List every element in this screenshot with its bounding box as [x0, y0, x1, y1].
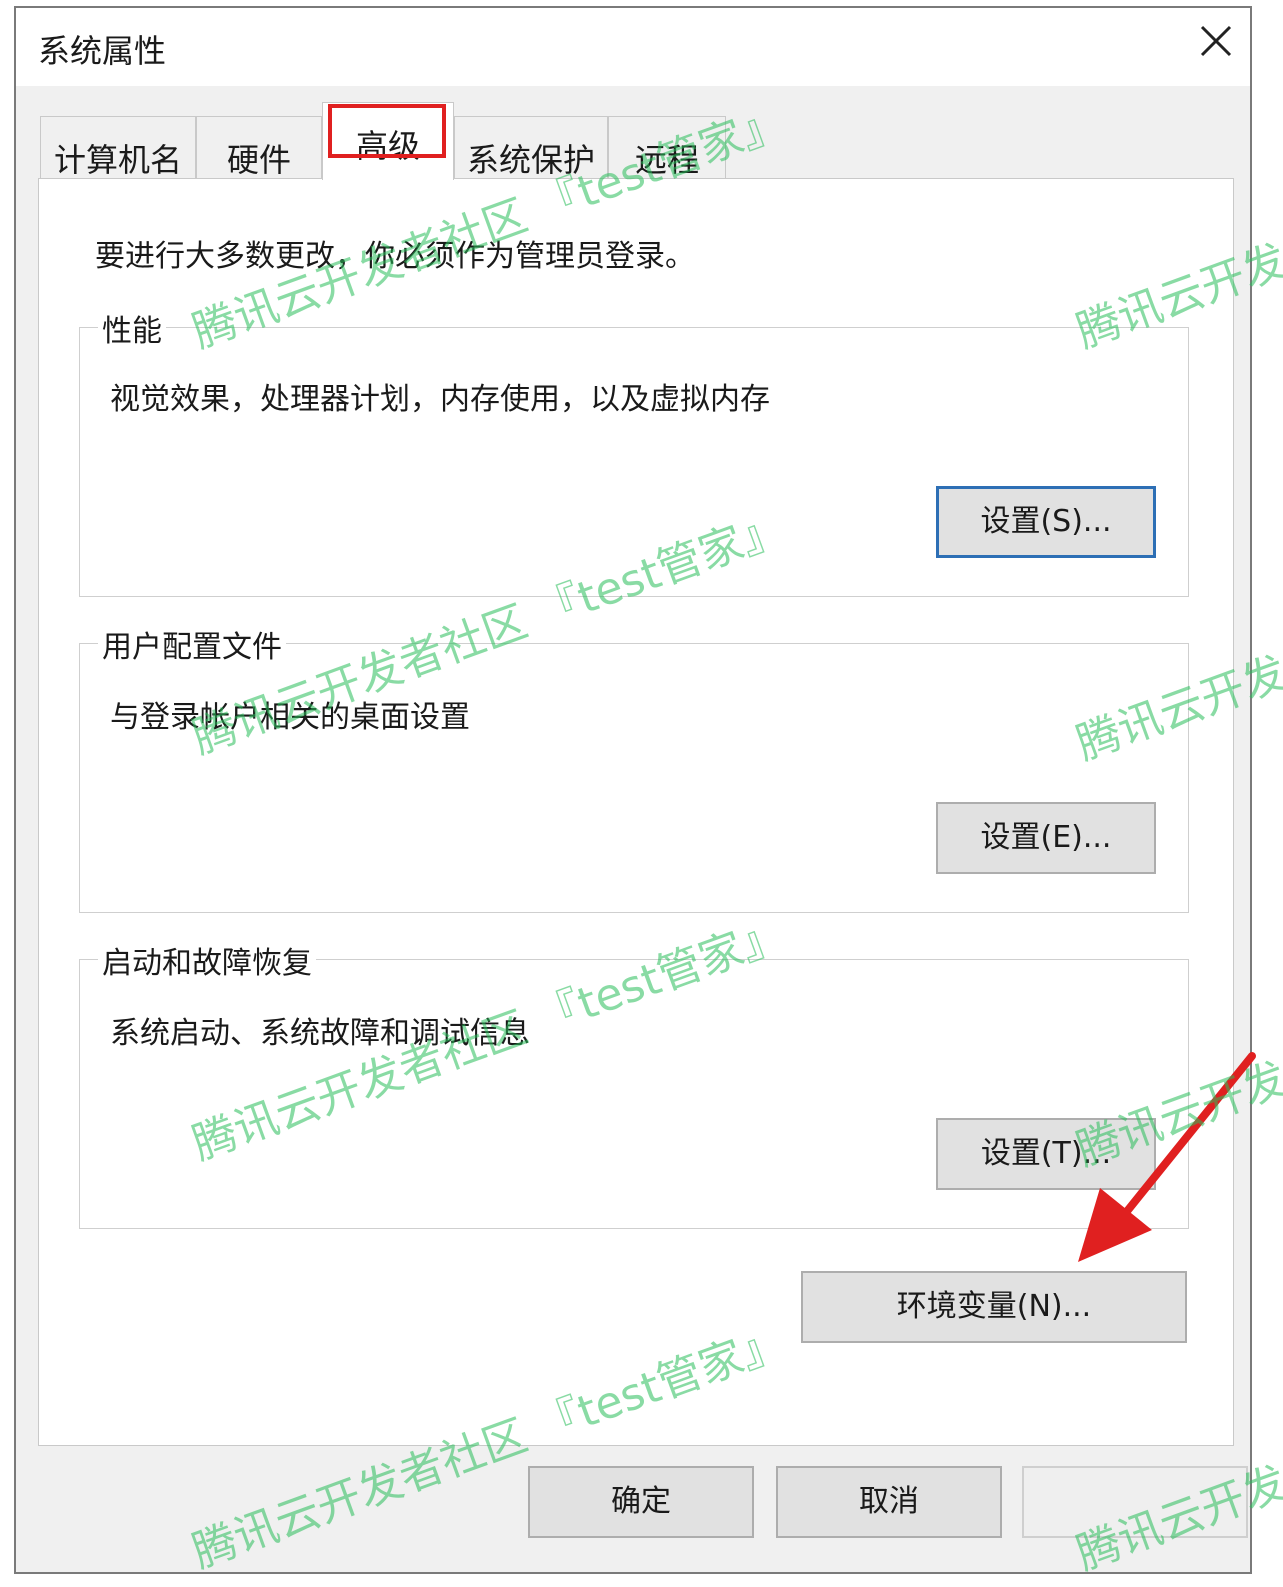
close-button[interactable] [1182, 8, 1250, 76]
advanced-tab-panel: 要进行大多数更改，你必须作为管理员登录。 性能 视觉效果，处理器计划，内存使用，… [38, 178, 1234, 1446]
tab-label: 硬件 [226, 141, 291, 179]
user-profiles-settings-button[interactable]: 设置(E)... [936, 802, 1156, 874]
red-arrow-annotation [1078, 1052, 1256, 1262]
performance-description: 视觉效果，处理器计划，内存使用，以及虚拟内存 [110, 382, 770, 417]
startup-recovery-title: 启动和故障恢复 [98, 938, 316, 982]
user-profiles-title: 用户配置文件 [98, 622, 286, 666]
tab-remote[interactable]: 远程 [608, 116, 726, 179]
close-icon [1200, 25, 1232, 57]
tab-system-protection[interactable]: 系统保护 [454, 116, 608, 179]
user-profiles-description: 与登录帐户相关的桌面设置 [110, 700, 470, 735]
startup-recovery-description: 系统启动、系统故障和调试信息 [110, 1016, 530, 1051]
startup-recovery-group: 启动和故障恢复 系统启动、系统故障和调试信息 设置(T)... [79, 938, 1189, 1229]
tab-label: 远程 [634, 141, 699, 179]
window-title: 系统属性 [38, 32, 167, 70]
tab-label: 系统保护 [466, 141, 595, 179]
tab-highlight-box [328, 104, 446, 158]
environment-variables-button[interactable]: 环境变量(N)... [801, 1271, 1187, 1343]
admin-note: 要进行大多数更改，你必须作为管理员登录。 [95, 239, 695, 274]
cancel-button[interactable]: 取消 [776, 1466, 1002, 1538]
tab-hardware[interactable]: 硬件 [196, 116, 322, 179]
system-properties-window: 系统属性 计算机名 硬件 高级 系统保护 远程 要进行大多数更改，你必须作为管理… [14, 6, 1252, 1574]
tab-label: 计算机名 [53, 141, 182, 179]
tab-computer-name[interactable]: 计算机名 [40, 116, 196, 179]
performance-settings-button[interactable]: 设置(S)... [936, 486, 1156, 558]
title-bar: 系统属性 [16, 8, 1250, 86]
performance-title: 性能 [98, 306, 166, 350]
apply-button[interactable] [1022, 1466, 1248, 1538]
ok-button[interactable]: 确定 [528, 1466, 754, 1538]
performance-group: 性能 视觉效果，处理器计划，内存使用，以及虚拟内存 设置(S)... [79, 306, 1189, 597]
user-profiles-group: 用户配置文件 与登录帐户相关的桌面设置 设置(E)... [79, 622, 1189, 913]
